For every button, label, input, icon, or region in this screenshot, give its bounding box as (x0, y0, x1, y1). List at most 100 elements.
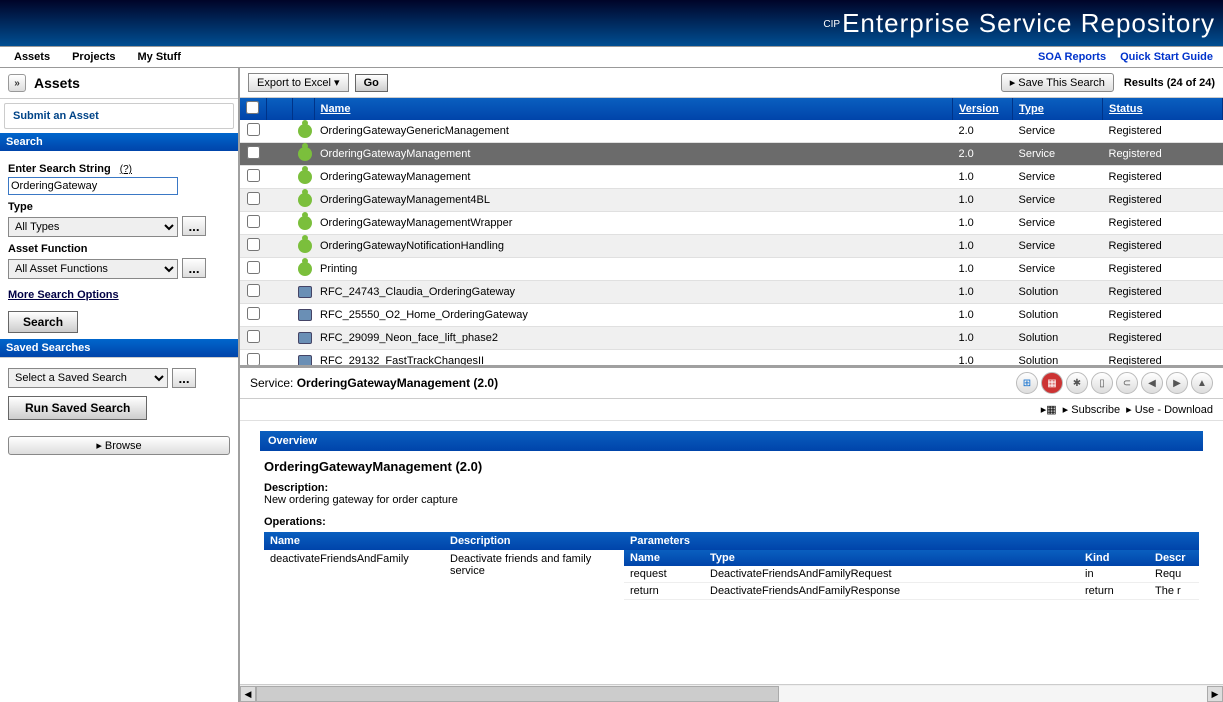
asset-function-label: Asset Function (8, 243, 230, 255)
prev-icon[interactable]: ◀ (1141, 372, 1163, 394)
menu-bar: Assets Projects My Stuff SOA Reports Qui… (0, 46, 1223, 68)
subscribe-button[interactable]: ▸ Subscribe (1063, 403, 1121, 416)
table-row[interactable]: OrderingGatewayManagement4BL1.0ServiceRe… (240, 189, 1223, 212)
row-checkbox[interactable] (247, 123, 260, 136)
table-row[interactable]: OrderingGatewayNotificationHandling1.0Se… (240, 235, 1223, 258)
table-row[interactable]: RFC_29132_FastTrackChangesII1.0SolutionR… (240, 350, 1223, 369)
brand-prefix: CIP (823, 19, 840, 30)
row-name: RFC_29132_FastTrackChangesII (314, 350, 953, 369)
row-checkbox[interactable] (247, 261, 260, 274)
asset-function-select[interactable]: All Asset Functions (8, 259, 178, 279)
up-icon[interactable]: ▲ (1191, 372, 1213, 394)
menu-right-links: SOA Reports Quick Start Guide (1038, 51, 1213, 63)
soa-reports-link[interactable]: SOA Reports (1038, 51, 1106, 63)
saved-more-button[interactable]: ... (172, 368, 196, 388)
export-to-excel-dropdown[interactable]: Export to Excel ▾ (248, 73, 349, 92)
saved-search-select[interactable]: Select a Saved Search (8, 368, 168, 388)
param-row: requestDeactivateFriendsAndFamilyRequest… (624, 566, 1199, 583)
search-button[interactable]: Search (8, 311, 78, 333)
row-checkbox[interactable] (247, 330, 260, 343)
table-row[interactable]: Printing1.0ServiceRegistered (240, 258, 1223, 281)
collapse-sidebar-icon[interactable]: » (8, 74, 26, 92)
save-search-button[interactable]: ▸ Save This Search (1001, 73, 1114, 92)
type-select[interactable]: All Types (8, 217, 178, 237)
scroll-thumb[interactable] (256, 686, 779, 702)
play-icon-button[interactable]: ▸▦ (1041, 403, 1057, 416)
table-row[interactable]: RFC_25550_O2_Home_OrderingGateway1.0Solu… (240, 304, 1223, 327)
table-row[interactable]: OrderingGatewayGenericManagement2.0Servi… (240, 120, 1223, 143)
menu-projects[interactable]: Projects (68, 49, 119, 65)
detail-action-bar: ▸▦ ▸ Subscribe ▸ Use - Download (240, 399, 1223, 421)
results-toolbar: Export to Excel ▾ Go ▸ Save This Search … (240, 68, 1223, 98)
header-type[interactable]: Type (1013, 98, 1103, 120)
scroll-left-icon[interactable]: ◀ (240, 686, 256, 702)
browse-button[interactable]: ▸ Browse (8, 436, 230, 455)
scroll-right-icon[interactable]: ▶ (1207, 686, 1223, 702)
detail-service-label: Service: OrderingGatewayManagement (2.0) (250, 376, 498, 390)
model-view-icon[interactable]: ⊞ (1016, 372, 1038, 394)
service-icon (298, 193, 312, 207)
param-row: returnDeactivateFriendsAndFamilyResponse… (624, 583, 1199, 600)
notes-icon[interactable]: ▯ (1091, 372, 1113, 394)
horizontal-scrollbar[interactable]: ◀ ▶ (240, 684, 1223, 702)
star-icon[interactable]: ✱ (1066, 372, 1088, 394)
submit-asset-button[interactable]: Submit an Asset (4, 103, 234, 129)
table-row[interactable]: RFC_24743_Claudia_OrderingGateway1.0Solu… (240, 281, 1223, 304)
row-name: OrderingGatewayNotificationHandling (314, 235, 953, 258)
row-version: 1.0 (953, 235, 1013, 258)
results-table-container[interactable]: Name Version Type Status OrderingGateway… (240, 98, 1223, 368)
header-status[interactable]: Status (1103, 98, 1223, 120)
type-more-button[interactable]: ... (182, 216, 206, 236)
results-table: Name Version Type Status OrderingGateway… (240, 98, 1223, 368)
go-button[interactable]: Go (355, 74, 388, 92)
row-status: Registered (1103, 189, 1223, 212)
row-checkbox[interactable] (247, 307, 260, 320)
table-row[interactable]: OrderingGatewayManagement2.0ServiceRegis… (240, 143, 1223, 166)
sidebar: » Assets Submit an Asset Search Enter Se… (0, 68, 240, 702)
row-version: 1.0 (953, 166, 1013, 189)
row-checkbox[interactable] (247, 353, 260, 366)
header-version[interactable]: Version (953, 98, 1013, 120)
highlight-icon[interactable]: ▦ (1041, 372, 1063, 394)
solution-icon (298, 332, 312, 344)
content-area: Export to Excel ▾ Go ▸ Save This Search … (240, 68, 1223, 702)
more-search-options-link[interactable]: More Search Options (8, 289, 230, 301)
search-input[interactable] (8, 177, 178, 195)
table-row[interactable]: OrderingGatewayManagement1.0ServiceRegis… (240, 166, 1223, 189)
select-all-checkbox[interactable] (246, 101, 259, 114)
menu-mystuff[interactable]: My Stuff (134, 49, 185, 65)
table-row[interactable]: RFC_29099_Neon_face_lift_phase21.0Soluti… (240, 327, 1223, 350)
search-string-label: Enter Search String (?) (8, 163, 230, 175)
row-type: Solution (1013, 327, 1103, 350)
op-name: deactivateFriendsAndFamily (264, 550, 444, 600)
row-version: 2.0 (953, 143, 1013, 166)
header-select-all[interactable] (240, 98, 266, 120)
quick-start-link[interactable]: Quick Start Guide (1120, 51, 1213, 63)
description-text: New ordering gateway for order capture (264, 494, 1199, 506)
row-checkbox[interactable] (247, 284, 260, 297)
link-icon[interactable]: ⊂ (1116, 372, 1138, 394)
row-checkbox[interactable] (247, 169, 260, 182)
func-more-button[interactable]: ... (182, 258, 206, 278)
header-name[interactable]: Name (314, 98, 953, 120)
table-row[interactable]: OrderingGatewayManagementWrapper1.0Servi… (240, 212, 1223, 235)
row-type: Solution (1013, 304, 1103, 327)
service-icon (298, 239, 312, 253)
row-type: Service (1013, 143, 1103, 166)
solution-icon (298, 309, 312, 321)
run-saved-search-button[interactable]: Run Saved Search (8, 396, 147, 420)
row-checkbox[interactable] (247, 215, 260, 228)
next-icon[interactable]: ▶ (1166, 372, 1188, 394)
menu-assets[interactable]: Assets (10, 49, 54, 65)
row-name: RFC_25550_O2_Home_OrderingGateway (314, 304, 953, 327)
type-label: Type (8, 201, 230, 213)
op-header-description: Description (444, 532, 624, 550)
row-checkbox[interactable] (247, 146, 260, 159)
search-hint-icon[interactable]: (?) (120, 164, 132, 175)
row-checkbox[interactable] (247, 192, 260, 205)
use-download-button[interactable]: ▸ Use - Download (1126, 403, 1213, 416)
row-type: Service (1013, 120, 1103, 143)
row-status: Registered (1103, 143, 1223, 166)
row-checkbox[interactable] (247, 238, 260, 251)
row-status: Registered (1103, 258, 1223, 281)
